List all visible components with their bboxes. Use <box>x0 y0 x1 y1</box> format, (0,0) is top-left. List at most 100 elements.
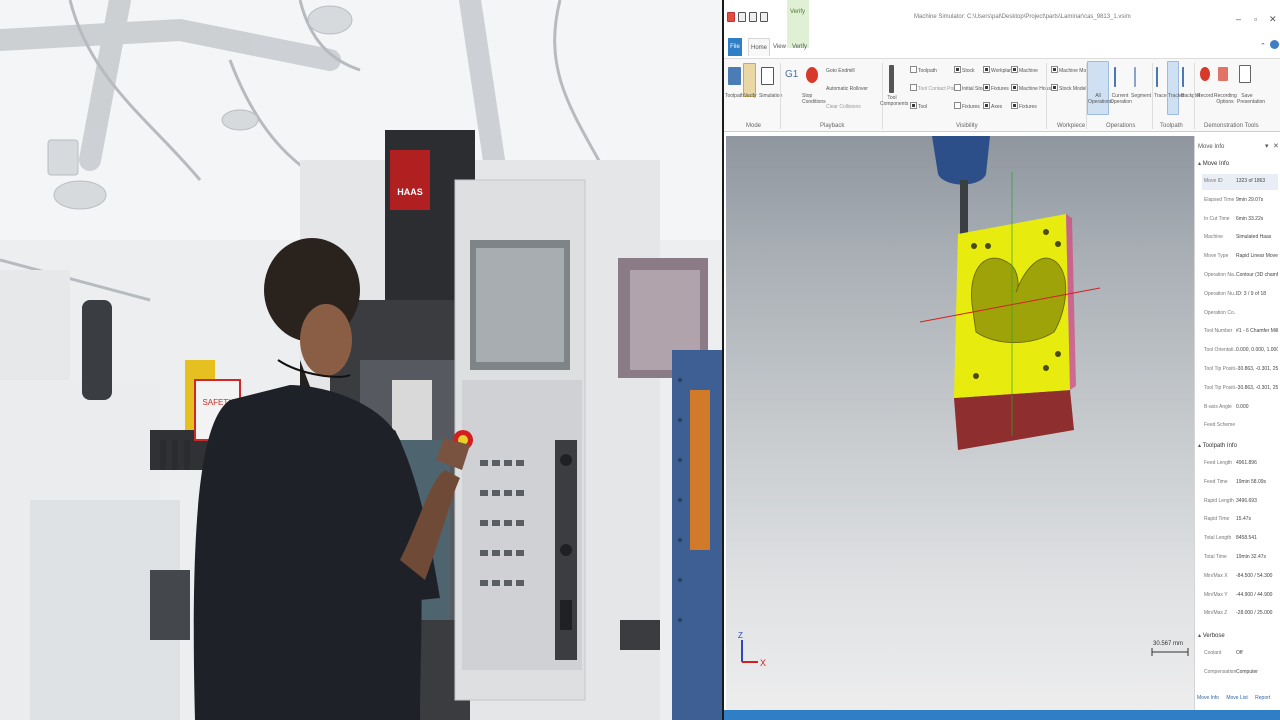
machine-checkbox[interactable]: Machine <box>1011 66 1038 74</box>
info-row: Tool Orientati... 0.000, 0.000, 1.000 <box>1202 343 1278 359</box>
info-row: Machine Simulated Haas <box>1202 230 1278 246</box>
info-row-value: Computer <box>1236 668 1258 675</box>
info-row: Move Type Rapid Linear Move <box>1202 249 1278 265</box>
simulation-viewport[interactable]: Z X 30.567 mm <box>726 136 1194 710</box>
haas-logo-text: HAAS <box>397 187 423 197</box>
info-row-value: -30.863, -0.301, 25 <box>1236 384 1278 391</box>
current-operation-icon[interactable] <box>1114 67 1124 87</box>
all-operations-button[interactable] <box>1087 61 1109 115</box>
info-row: Feed Time 19min 58.09s <box>1202 475 1278 491</box>
ribbon-collapse-icon[interactable]: ⌃ <box>1260 42 1266 50</box>
stock-base <box>954 390 1074 450</box>
info-row-value: Simulated Haas <box>1236 234 1272 241</box>
trace-label: Trace <box>1154 93 1167 99</box>
save-presentation-icon[interactable] <box>1239 65 1251 83</box>
info-row: Feed Length 4961.896 <box>1202 456 1278 472</box>
info-row: Rapid Time 15.47s <box>1202 512 1278 528</box>
info-row-key: Tool Tip Positi... <box>1204 366 1236 372</box>
group-playback-label: Playback <box>820 123 845 129</box>
help-icon[interactable] <box>1270 40 1279 49</box>
info-row-value: 15.47s <box>1236 516 1252 523</box>
save-icon[interactable] <box>738 12 746 22</box>
info-row-value: 3496.693 <box>1236 497 1257 504</box>
info-row-key: Min/Max Y <box>1204 591 1228 598</box>
quick-access-dropdown-icon[interactable] <box>760 12 768 22</box>
open-icon[interactable] <box>749 12 757 22</box>
move-info-panel: Move Info ▾ ✕ Move Info Toolpath Info Ve… <box>1194 136 1280 710</box>
axes-checkbox[interactable]: Axes <box>983 102 1002 110</box>
info-row: Total Time 19min 32.47s <box>1202 550 1278 566</box>
automatic-rollover-option[interactable]: Automatic Rollover <box>826 86 868 92</box>
info-row: Operation Co... <box>1202 306 1278 322</box>
tab-view[interactable]: View <box>773 38 786 56</box>
tool-checkbox[interactable]: Tool <box>910 102 927 110</box>
segment-icon[interactable] <box>1134 67 1144 87</box>
toolpath-mode-icon[interactable] <box>728 67 741 85</box>
info-row-key: Operation Nu... <box>1204 290 1236 297</box>
tool-contact-point-checkbox[interactable]: Tool Contact Point <box>910 84 959 92</box>
recording-options-icon[interactable] <box>1218 67 1228 81</box>
g1-button[interactable]: G1 <box>785 69 798 80</box>
minimize-icon[interactable]: – <box>1236 14 1241 24</box>
trace-icon[interactable] <box>1156 67 1164 87</box>
tab-report[interactable]: Report <box>1255 695 1270 701</box>
panel-close-icon[interactable]: ✕ <box>1273 142 1279 150</box>
group-operations-label: Operations <box>1106 123 1136 129</box>
clear-collisions-option[interactable]: Clear Collisions <box>826 104 861 110</box>
camera-scene: SAFETY HAAS <box>0 0 722 720</box>
info-row-value: -28.000 / 25.000 <box>1236 610 1273 617</box>
section-verbose[interactable]: Verbose <box>1198 632 1225 639</box>
maximize-icon[interactable]: ▫ <box>1254 14 1257 24</box>
tab-home[interactable]: Home <box>748 38 771 56</box>
info-row-key: Operation Na... <box>1204 272 1236 278</box>
toolpath-mode-label: Toolpath <box>725 93 744 99</box>
goto-endmill-option[interactable]: Goto Endmill <box>826 68 855 74</box>
backplot-icon[interactable] <box>1182 67 1190 87</box>
tool-components-icon[interactable] <box>889 65 894 93</box>
panel-tabs: Move Info Move List Report <box>1197 695 1276 701</box>
info-row: Rapid Length 3496.693 <box>1202 494 1278 510</box>
tracker-button[interactable] <box>1167 61 1179 115</box>
stop-conditions-icon[interactable] <box>806 67 818 83</box>
info-row-key: Total Length <box>1204 535 1232 542</box>
info-row-value: #1 - 6 Chamfer Mill <box>1236 328 1278 335</box>
save-presentation-label: Save Presentation <box>1237 93 1266 105</box>
camera-feed: SAFETY HAAS <box>0 0 722 720</box>
section-toolpath-info[interactable]: Toolpath Info <box>1198 442 1237 449</box>
tab-verify[interactable]: Verify <box>792 38 807 56</box>
cutting-tool <box>960 180 968 236</box>
info-row-key: B-axis Angle <box>1204 403 1232 410</box>
info-row-value: -44.900 / 44.900 <box>1236 591 1273 598</box>
fixtures-visibility-checkbox[interactable]: Fixtures <box>983 84 1009 92</box>
stock-checkbox[interactable]: Stock <box>954 66 975 74</box>
screen: SAFETY HAAS Verify Machine Simulator: C:… <box>0 0 1280 720</box>
info-row-key: Rapid Length <box>1204 497 1234 504</box>
info-row: Min/Max Z -28.000 / 25.000 <box>1202 606 1278 622</box>
group-toolpath-label: Toolpath <box>1160 123 1183 129</box>
stock-model-checkbox[interactable]: Stock Model <box>1051 84 1087 92</box>
record-icon[interactable] <box>1200 67 1210 81</box>
tab-file[interactable]: File <box>728 38 742 56</box>
info-row-value: Contour (3D chamf) <box>1236 272 1278 278</box>
info-row-value: 19min 58.09s <box>1236 478 1267 485</box>
triad-x-label: X <box>760 658 766 668</box>
info-row-key: Feed Scheme <box>1204 422 1236 429</box>
info-row: Feed Scheme <box>1202 418 1278 434</box>
info-row-value: 1323 of 1863 <box>1236 178 1266 184</box>
toolpath-checkbox[interactable]: Toolpath <box>910 66 937 74</box>
group-mode-label: Mode <box>746 123 762 129</box>
tab-move-list[interactable]: Move List <box>1226 695 1247 701</box>
section-move-info[interactable]: Move Info <box>1198 160 1229 167</box>
verify-mode-icon[interactable] <box>743 63 756 97</box>
ribbon: Toolpath Verify Simulation Mode G1 Stop … <box>724 58 1280 132</box>
tab-move-info[interactable]: Move Info <box>1197 695 1219 701</box>
panel-pin-icon[interactable]: ▾ <box>1265 142 1269 150</box>
info-row: Tool Tip Positi... -30.863, -0.301, 25 <box>1202 362 1278 378</box>
simulation-mode-icon[interactable] <box>761 67 774 85</box>
close-icon[interactable]: ✕ <box>1269 14 1277 24</box>
fixtures-checkbox[interactable]: Fixtures <box>954 102 980 110</box>
info-row-value: -84.500 / 54.300 <box>1236 572 1273 579</box>
stop-conditions-label: Stop Conditions <box>802 93 826 105</box>
info-row-value: 0.000 <box>1236 403 1249 410</box>
fixtures-machine-checkbox[interactable]: Fixtures <box>1011 102 1037 110</box>
